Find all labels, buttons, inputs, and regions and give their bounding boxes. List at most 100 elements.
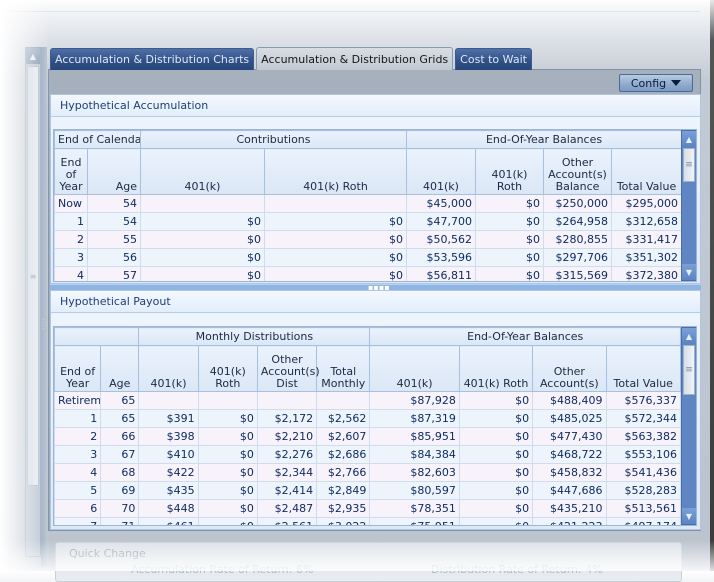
table-row[interactable]: Retireme65 $87,928$0$488,409$576,337 [54, 391, 682, 410]
table-cell[interactable]: Now [54, 194, 88, 213]
table-row[interactable]: 1 54 $0 $0 $47,700 $0 $264,958 $312,658 [54, 212, 683, 231]
table-cell[interactable] [140, 194, 265, 213]
table-cell[interactable]: $0 [197, 427, 258, 446]
column-header-contrib-401k[interactable]: 401(k) [140, 148, 265, 195]
table-cell[interactable]: $0 [475, 230, 544, 249]
column-header-end-of-year[interactable]: End of Year [54, 148, 88, 195]
table-cell[interactable]: $488,409 [532, 391, 607, 410]
table-cell[interactable]: 3 [54, 445, 102, 464]
table-row[interactable]: 5 69 $435 $0 $2,414 $2,849 $80,597 $0 $447,686 $5… [54, 481, 682, 500]
table-cell[interactable]: $0 [458, 427, 534, 446]
table-cell[interactable]: $528,283 [605, 481, 682, 500]
table-cell[interactable]: $2,414 [256, 481, 318, 500]
scroll-up-arrow-icon[interactable]: ▲ [682, 131, 696, 147]
table-row[interactable]: 1 65 $391 $0 $2,172 $2,562 $87,319 $0 $485,025 $5… [54, 409, 682, 428]
table-cell[interactable]: $372,380 [610, 266, 683, 281]
table-cell[interactable]: $75,951 [369, 517, 460, 525]
table-cell[interactable]: $85,951 [369, 427, 460, 446]
table-row[interactable]: 4 57 $0 $0 $56,811 $0 $315,569 $372,380 [54, 266, 683, 281]
table-cell[interactable]: 6 [54, 499, 102, 518]
column-header-balance-401k-roth[interactable]: 401(k) Roth [458, 345, 534, 392]
table-cell[interactable]: $0 [458, 499, 534, 518]
table-row[interactable]: 3 56 $0 $0 $53,596 $0 $297,706 $351,302 [54, 248, 683, 267]
table-cell[interactable]: $553,106 [605, 445, 682, 464]
table-row[interactable]: 2 66 $398 $0 $2,210 $2,607 $85,951 $0 $477,430 $5… [54, 427, 682, 446]
column-header-other-accounts-dist[interactable]: Other Account(s) Dist [256, 345, 320, 392]
table-cell[interactable]: $87,928 [369, 391, 460, 410]
table-cell[interactable]: $53,596 [406, 248, 476, 267]
column-header-other-accounts[interactable]: Other Account(s) [532, 345, 607, 392]
table-cell[interactable]: 54 [87, 212, 141, 231]
table-row[interactable]: 3 67 $410 $0 $2,276 $2,686 $84,384 $0 $468,722 $5… [54, 445, 682, 464]
table-cell[interactable]: $2,210 [256, 427, 318, 446]
scroll-thumb[interactable]: ≡ [27, 66, 39, 486]
table-cell[interactable]: 65 [100, 391, 140, 410]
table-cell[interactable]: $485,025 [532, 409, 607, 428]
table-row[interactable]: Now 54 $45,000 $0 $250,000 $295,000 [54, 194, 683, 213]
table-cell[interactable]: $2,849 [316, 481, 371, 500]
table-cell[interactable]: $447,686 [532, 481, 607, 500]
scroll-thumb[interactable]: ≡ [683, 148, 695, 182]
column-header-contrib-401k-roth[interactable]: 401(k) Roth [264, 148, 407, 195]
table-cell[interactable]: $0 [475, 248, 544, 267]
table-cell[interactable]: $398 [138, 427, 199, 446]
table-cell[interactable]: $421,223 [532, 517, 607, 525]
column-header-dist-401k-roth[interactable]: 401(k) Roth [197, 345, 258, 392]
table-cell[interactable]: $2,686 [316, 445, 371, 464]
table-cell[interactable]: $448 [138, 499, 199, 518]
column-header-total-value[interactable]: Total Value [610, 148, 683, 195]
tab-accumulation-distribution-charts[interactable]: Accumulation & Distribution Charts [50, 48, 255, 70]
table-cell[interactable]: 71 [100, 517, 140, 525]
table-cell[interactable]: $0 [475, 266, 544, 281]
table-cell[interactable]: $0 [197, 481, 258, 500]
table-cell[interactable]: 2 [54, 427, 102, 446]
table-cell[interactable]: $0 [475, 194, 544, 213]
table-cell[interactable]: $250,000 [543, 194, 612, 213]
table-cell[interactable]: 70 [100, 499, 140, 518]
table-cell[interactable]: $295,000 [610, 194, 683, 213]
table-cell[interactable]: $541,436 [605, 463, 682, 482]
table-cell[interactable]: $0 [264, 230, 407, 249]
table-cell[interactable]: $2,344 [256, 463, 318, 482]
table-cell[interactable]: $435,210 [532, 499, 607, 518]
table-cell[interactable]: $56,811 [406, 266, 476, 281]
table-cell[interactable]: $0 [140, 230, 265, 249]
table-cell[interactable]: $497,174 [605, 517, 682, 525]
table-cell[interactable]: $422 [138, 463, 199, 482]
scroll-down-arrow-icon[interactable]: ▼ [682, 264, 696, 280]
table-cell[interactable]: $0 [197, 463, 258, 482]
table-cell[interactable]: $0 [197, 409, 258, 428]
table-cell[interactable]: $0 [458, 409, 534, 428]
vertical-splitter[interactable]: · · · · [41, 47, 47, 567]
column-header-end-of-year[interactable]: End of Year [54, 345, 102, 392]
column-header-balance-401k[interactable]: 401(k) [406, 148, 476, 195]
table-cell[interactable]: $47,700 [406, 212, 476, 231]
table-cell[interactable]: $513,561 [605, 499, 682, 518]
table-cell[interactable]: 1 [54, 409, 102, 428]
table-cell[interactable]: 67 [100, 445, 140, 464]
table-cell[interactable]: 4 [54, 463, 102, 482]
scroll-down-arrow-icon[interactable]: ▼ [682, 508, 696, 524]
table-cell[interactable]: 54 [87, 194, 141, 213]
column-header-age[interactable]: Age [100, 345, 140, 392]
table-cell[interactable]: $2,766 [316, 463, 371, 482]
table-cell[interactable]: $0 [140, 212, 265, 231]
table-cell[interactable]: $576,337 [605, 391, 682, 410]
table-cell[interactable]: 68 [100, 463, 140, 482]
tab-accumulation-distribution-grids[interactable]: Accumulation & Distribution Grids [256, 47, 454, 70]
table-cell[interactable]: $435 [138, 481, 199, 500]
table-cell[interactable]: $312,658 [610, 212, 683, 231]
column-header-total-monthly[interactable]: Total Monthly [316, 345, 371, 392]
table-cell[interactable]: $2,935 [316, 499, 371, 518]
scroll-up-arrow-icon[interactable]: ▲ [26, 48, 40, 64]
table-cell[interactable]: $0 [475, 212, 544, 231]
table-cell[interactable]: 56 [87, 248, 141, 267]
main-vertical-scrollbar[interactable]: ▲ ≡ [25, 47, 41, 557]
table-cell[interactable]: $0 [197, 445, 258, 464]
table-cell[interactable]: $264,958 [543, 212, 612, 231]
table-cell[interactable]: 69 [100, 481, 140, 500]
table-cell[interactable]: $468,722 [532, 445, 607, 464]
table-cell[interactable]: $2,561 [256, 517, 318, 525]
table-cell[interactable]: $0 [458, 391, 534, 410]
table-cell[interactable]: $3,022 [316, 517, 371, 525]
